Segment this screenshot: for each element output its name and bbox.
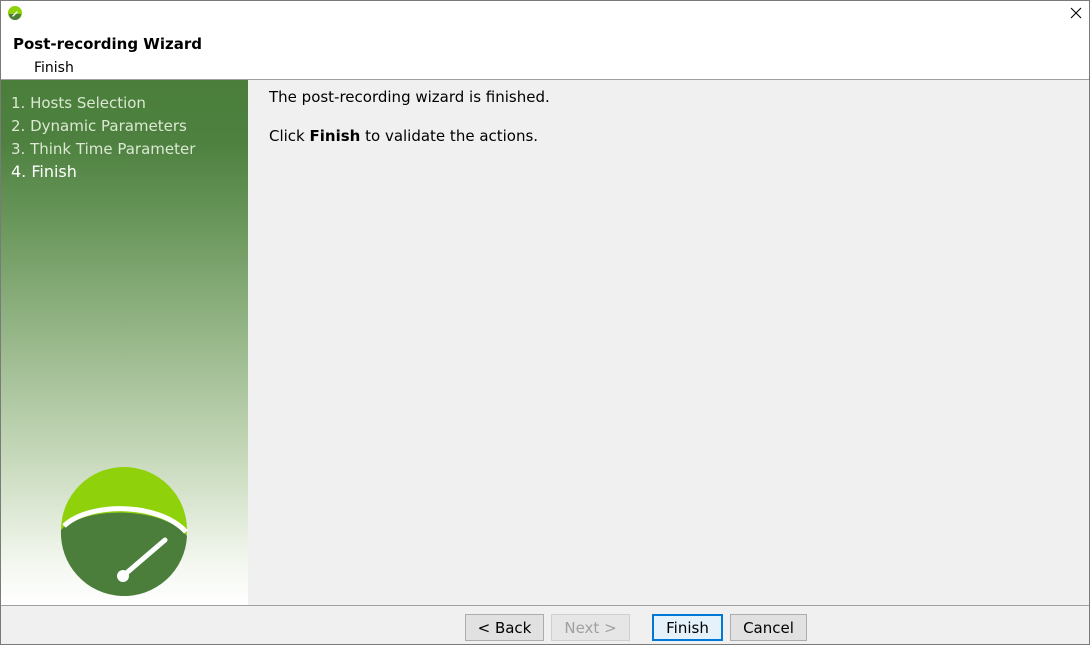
step-finish: 4. Finish: [11, 162, 77, 181]
wizard-window: Post-recording Wizard Finish 1. Hosts Se…: [0, 0, 1090, 645]
instruction-prefix: Click: [269, 127, 310, 145]
app-gauge-icon: [7, 5, 23, 21]
instruction-message: Click Finish to validate the actions.: [269, 127, 538, 145]
steps-list: 1. Hosts Selection 2. Dynamic Parameters…: [11, 93, 195, 185]
wizard-header: Post-recording Wizard Finish: [1, 27, 1089, 80]
wizard-steps-sidebar: 1. Hosts Selection 2. Dynamic Parameters…: [1, 80, 248, 605]
step-dynamic-parameters: 2. Dynamic Parameters: [11, 117, 187, 135]
wizard-title: Post-recording Wizard: [13, 35, 202, 53]
wizard-footer: < Back Next > Finish Cancel: [1, 605, 1089, 644]
wizard-content: The post-recording wizard is finished. C…: [249, 80, 1089, 605]
gauge-logo-icon: [59, 466, 189, 597]
instruction-suffix: to validate the actions.: [360, 127, 539, 145]
step-think-time-parameter: 3. Think Time Parameter: [11, 140, 196, 158]
wizard-step-subtitle: Finish: [34, 60, 74, 76]
back-button[interactable]: < Back: [465, 614, 544, 641]
title-bar: [1, 1, 1089, 27]
cancel-button[interactable]: Cancel: [730, 614, 807, 641]
finish-button[interactable]: Finish: [652, 614, 723, 641]
close-button[interactable]: [1063, 1, 1089, 25]
close-icon: [1070, 4, 1082, 23]
finished-message: The post-recording wizard is finished.: [269, 88, 550, 106]
next-button[interactable]: Next >: [551, 614, 630, 641]
step-hosts-selection: 1. Hosts Selection: [11, 94, 146, 112]
instruction-finish-emphasis: Finish: [309, 127, 361, 145]
